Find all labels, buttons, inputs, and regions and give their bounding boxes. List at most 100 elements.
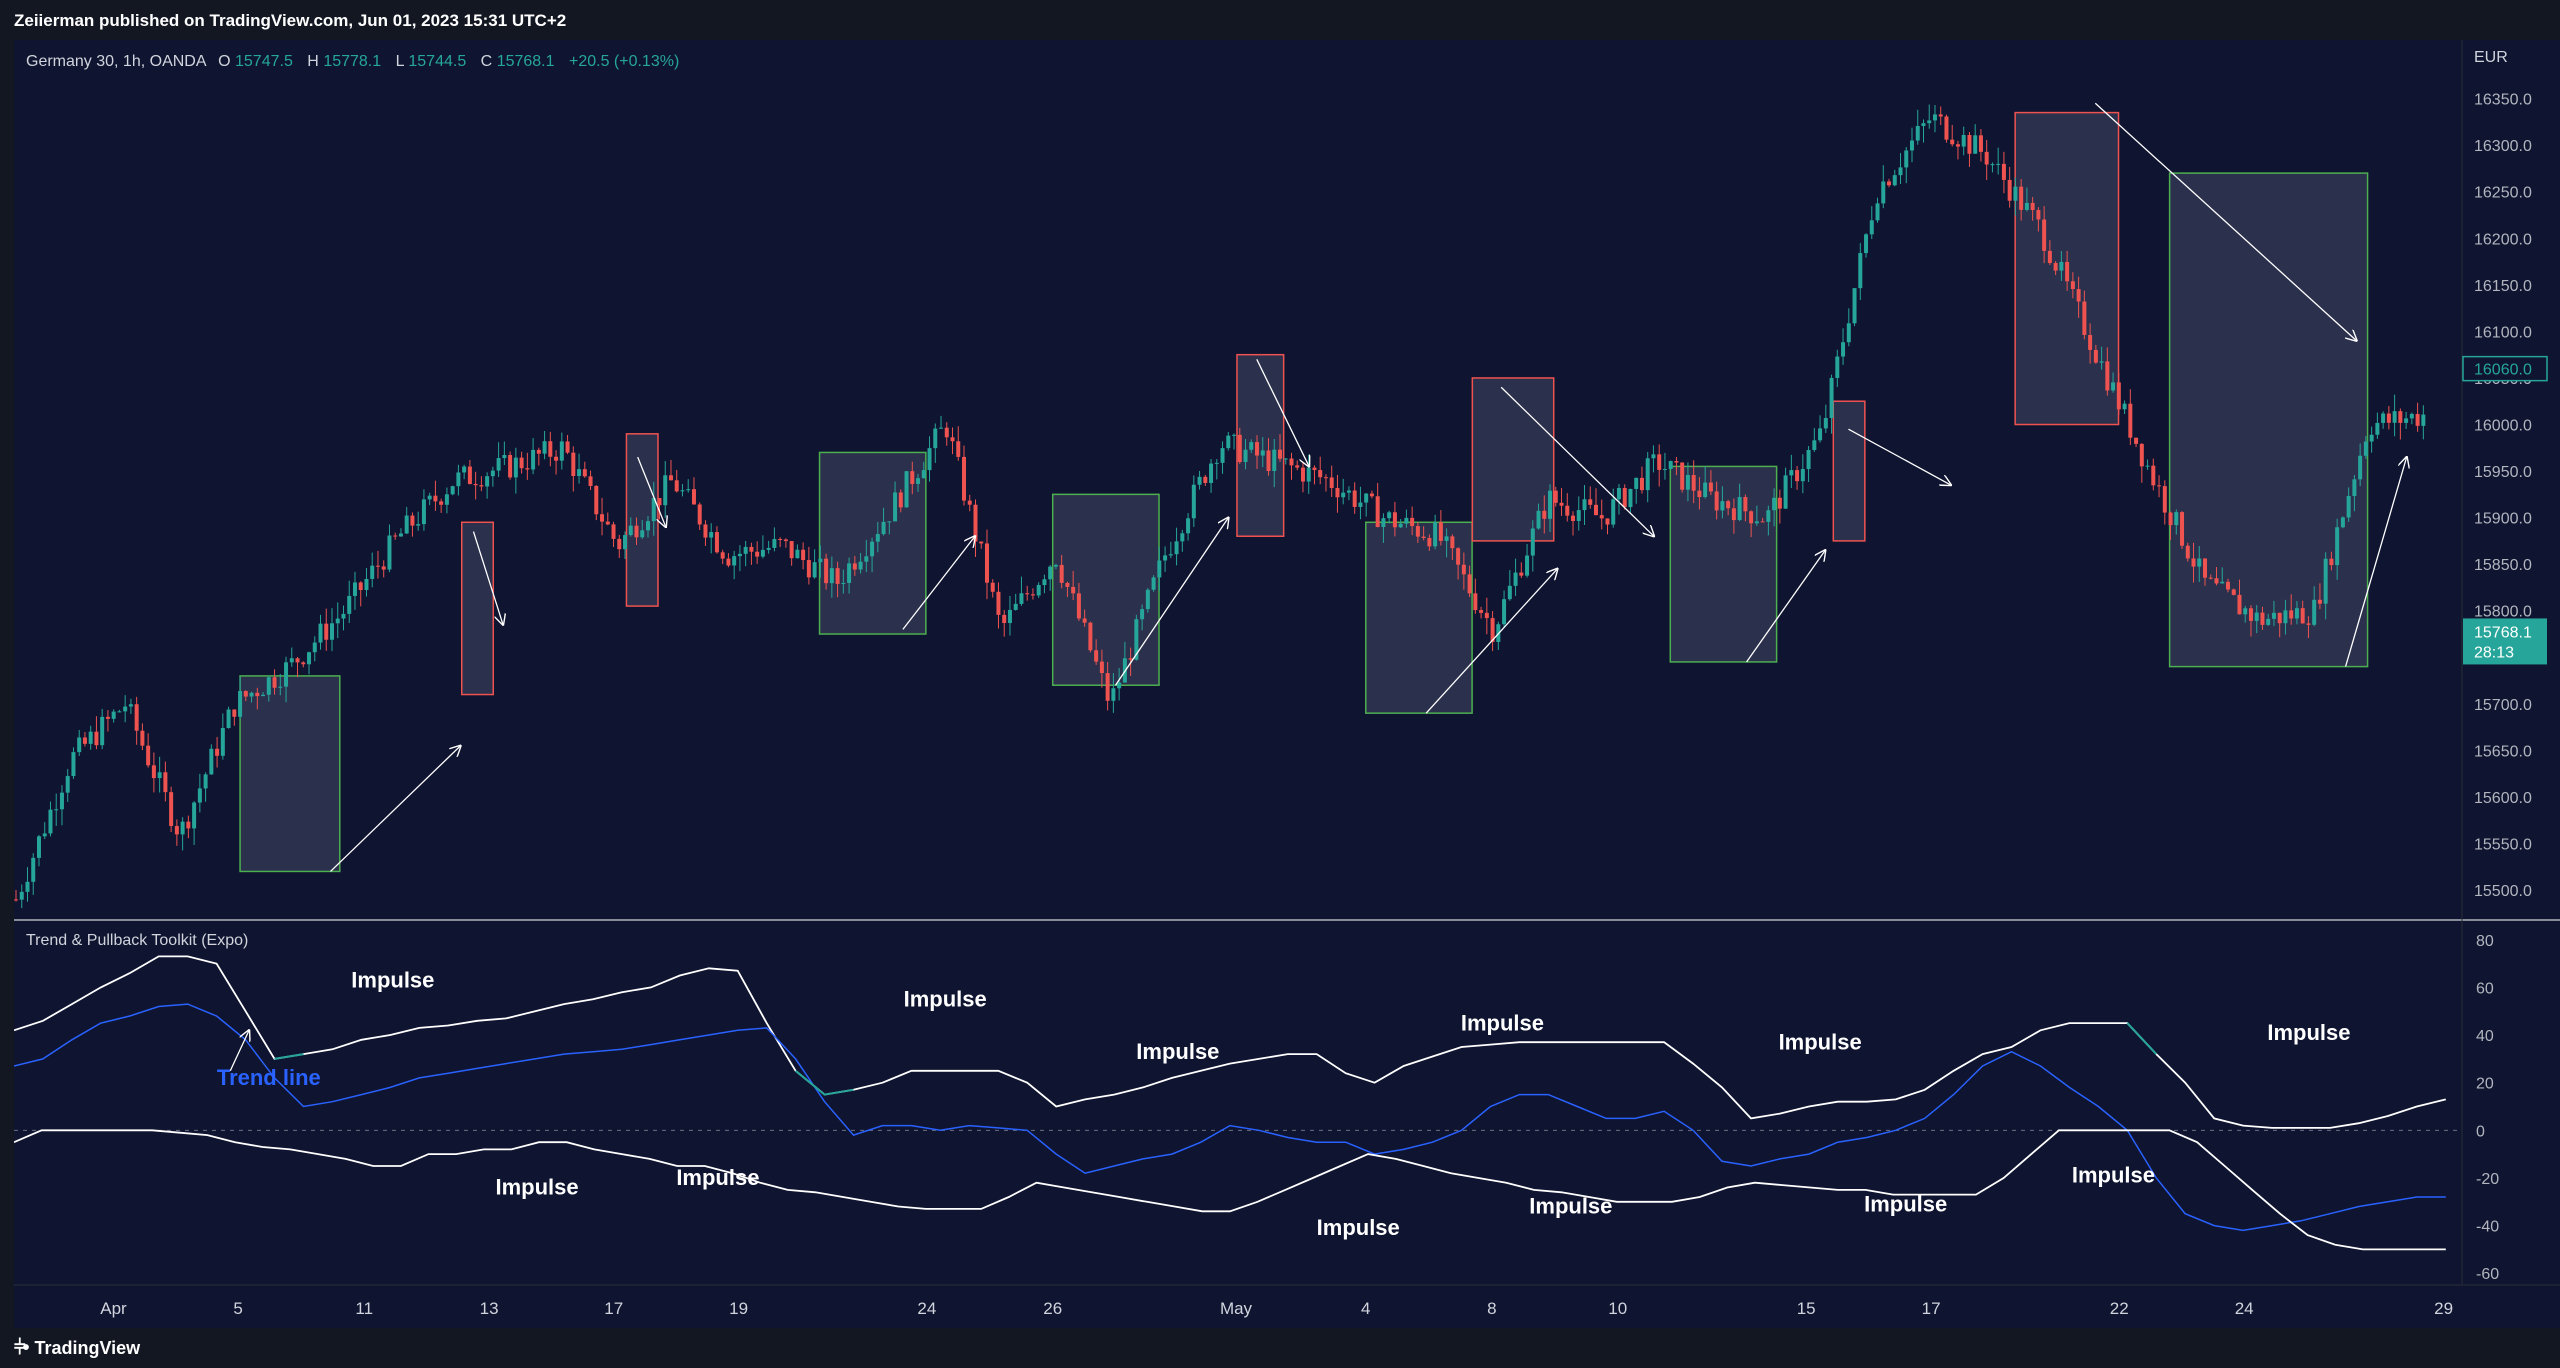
candle-up xyxy=(266,677,271,695)
candle-down xyxy=(525,468,530,470)
candle-up xyxy=(490,470,495,477)
candle-up xyxy=(77,737,82,753)
chart-svg[interactable]: Impulse Impulse Impulse Impulse Impulse Impul… xyxy=(13,40,2560,1328)
candle-up xyxy=(1145,589,1150,610)
currency-label: EUR xyxy=(2474,49,2508,66)
candle-up xyxy=(128,704,133,707)
candle-up xyxy=(709,532,714,538)
trend-arrow[interactable] xyxy=(330,746,460,872)
candle-up xyxy=(743,546,748,554)
published-text: Zeiierman published on TradingView.com, … xyxy=(14,11,567,30)
candle-up xyxy=(893,492,898,522)
impulse-up-segment xyxy=(2126,1022,2158,1055)
candle-up xyxy=(2174,512,2179,526)
time-tick-label: 13 xyxy=(480,1299,499,1318)
candle-up xyxy=(628,525,633,536)
candle-up xyxy=(1835,356,1840,378)
candle-up xyxy=(1306,467,1311,482)
candle-down xyxy=(600,514,605,522)
candle-down xyxy=(1289,458,1294,466)
zone-box-red[interactable] xyxy=(460,521,495,696)
candle-up xyxy=(370,565,375,579)
candle-up xyxy=(25,881,30,892)
candle-down xyxy=(1456,548,1461,565)
trend-line[interactable] xyxy=(13,1003,2446,1232)
candle-up xyxy=(1875,203,1880,221)
candle-down xyxy=(634,525,639,538)
impulse-label: Impulse xyxy=(1461,1010,1544,1035)
candle-down xyxy=(1105,673,1110,701)
zone-box-green[interactable] xyxy=(1051,493,1160,686)
impulse-up-segment xyxy=(794,1070,854,1096)
lower-band-line[interactable] xyxy=(13,1129,2446,1251)
zone-box-red[interactable] xyxy=(1832,400,1866,542)
candle-up xyxy=(1283,458,1288,460)
candle-down xyxy=(783,539,788,542)
candle-down xyxy=(2237,594,2242,615)
footer-brand[interactable]: TradingView xyxy=(34,1338,140,1359)
tradingview-logo-icon[interactable]: ⫩• xyxy=(14,1337,30,1360)
legend-close: 15768.1 xyxy=(497,53,555,70)
candle-up xyxy=(864,556,869,562)
candle-up xyxy=(1616,488,1621,500)
candle-up xyxy=(387,535,392,570)
price-tick-label: 15850.0 xyxy=(2474,557,2532,574)
candle-down xyxy=(1938,114,1943,117)
candle-up xyxy=(1048,566,1053,580)
candle-down xyxy=(215,748,220,756)
zone-box-red[interactable] xyxy=(1236,353,1285,537)
candle-up xyxy=(485,476,490,487)
candle-down xyxy=(2001,163,2006,180)
candle-down xyxy=(910,471,915,484)
zone-box-green[interactable] xyxy=(239,675,341,873)
candle-down xyxy=(1479,610,1484,613)
candle-down xyxy=(375,565,380,567)
candle-up xyxy=(1536,510,1541,529)
candle-up xyxy=(818,558,823,563)
candle-up xyxy=(1272,449,1277,471)
candle-up xyxy=(916,478,921,484)
candle-up xyxy=(226,709,231,728)
candle-down xyxy=(1392,512,1397,528)
candle-up xyxy=(1703,482,1708,498)
candle-up xyxy=(1036,584,1041,596)
candle-up xyxy=(19,891,24,900)
candle-down xyxy=(324,623,329,640)
candle-up xyxy=(421,499,426,525)
candle-up xyxy=(1892,175,1897,186)
candle-down xyxy=(1691,475,1696,491)
candle-up xyxy=(1990,164,1995,166)
candle-down xyxy=(2053,263,2058,271)
zone-box-green[interactable] xyxy=(1669,465,1778,663)
candle-down xyxy=(1467,574,1472,594)
indicator-pane[interactable]: Impulse Impulse Impulse Impulse Impulse Impul… xyxy=(13,955,2458,1251)
candle-up xyxy=(1433,522,1438,547)
countdown-label: 28:13 xyxy=(2474,644,2514,661)
candle-up xyxy=(1628,488,1633,508)
chart-area[interactable]: Impulse Impulse Impulse Impulse Impulse Impul… xyxy=(13,40,2560,1328)
candle-up xyxy=(875,534,880,542)
zone-box-green[interactable] xyxy=(2168,172,2369,668)
candle-down xyxy=(961,456,966,501)
candle-up xyxy=(404,515,409,534)
candle-down xyxy=(1352,490,1357,507)
candle-up xyxy=(1858,253,1863,289)
impulse-label: Impulse xyxy=(2267,1020,2350,1045)
candle-down xyxy=(1743,497,1748,512)
price-pane[interactable] xyxy=(14,102,2426,909)
candle-down xyxy=(1438,522,1443,541)
candle-down xyxy=(2116,382,2121,410)
zone-box-red[interactable] xyxy=(1471,377,1555,542)
candle-up xyxy=(1662,468,1667,470)
candle-up xyxy=(261,694,266,697)
candle-down xyxy=(1237,434,1242,463)
candle-up xyxy=(1685,475,1690,490)
candle-up xyxy=(887,521,892,523)
candle-up xyxy=(123,706,128,712)
candle-down xyxy=(1318,470,1323,478)
candle-up xyxy=(2421,414,2426,426)
candle-up xyxy=(1846,323,1851,343)
candle-down xyxy=(1076,593,1081,619)
candle-up xyxy=(1898,167,1903,176)
time-tick-label: 22 xyxy=(2110,1299,2129,1318)
